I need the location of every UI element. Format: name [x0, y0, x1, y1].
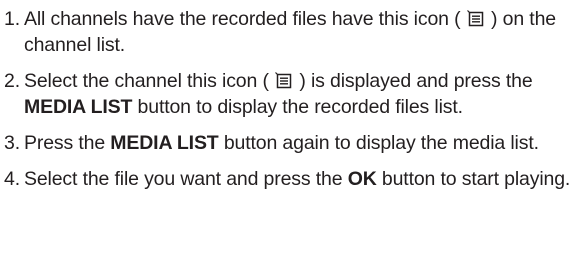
media-list-button-label: MEDIA LIST: [24, 96, 133, 118]
instruction-steps: 1. All channels have the recorded files …: [4, 0, 574, 202]
step-2: 2. Select the channel this icon ( ) is d…: [4, 68, 574, 120]
step-text: Press the MEDIA LIST button again to dis…: [24, 132, 539, 154]
step-number: 3.: [4, 132, 20, 154]
step-text: All channels have the recorded files hav…: [24, 8, 556, 56]
step-text: Select the file you want and press the O…: [24, 168, 571, 190]
step-number: 4.: [4, 168, 20, 190]
step-1: 1. All channels have the recorded files …: [4, 6, 574, 58]
media-list-icon: [275, 72, 293, 90]
media-list-icon: [466, 10, 485, 28]
ok-button-label: OK: [347, 168, 377, 190]
step-3: 3. Press the MEDIA LIST button again to …: [4, 130, 574, 156]
step-4: 4. Select the file you want and press th…: [4, 166, 574, 192]
step-text: Select the channel this icon ( ) is disp…: [24, 70, 533, 118]
step-number: 2.: [4, 70, 20, 92]
media-list-button-label: MEDIA LIST: [110, 132, 219, 154]
step-number: 1.: [4, 8, 20, 30]
